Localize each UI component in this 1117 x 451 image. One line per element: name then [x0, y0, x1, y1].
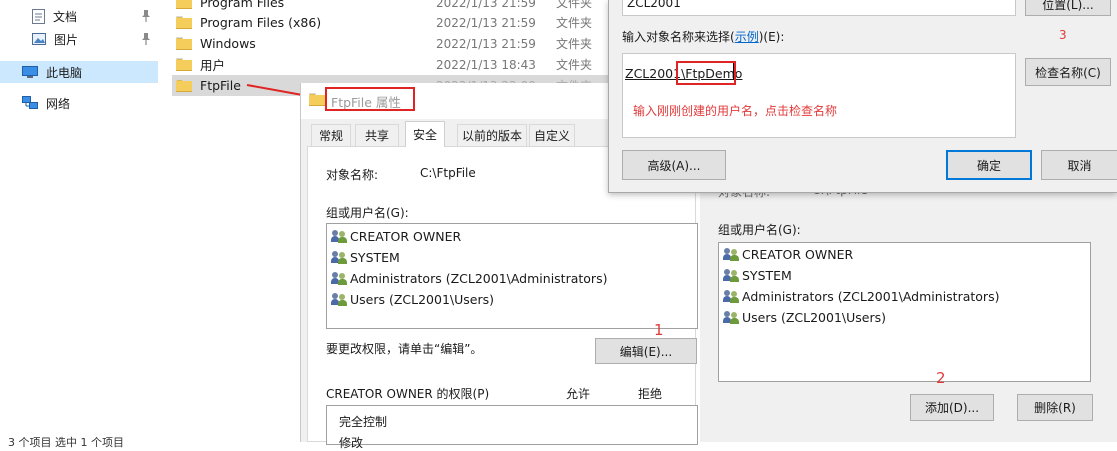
nav-item-documents[interactable]: 文档 [0, 5, 158, 27]
tab-sharing[interactable]: 共享 [355, 124, 399, 146]
folder-icon [176, 16, 192, 29]
status-bar-text: 3 个项目 选中 1 个项目 [8, 436, 124, 449]
network-icon [22, 96, 38, 110]
nav-item-label: 此电脑 [46, 65, 83, 80]
file-date: 2022/1/13 21:59 [436, 0, 536, 10]
add-button[interactable]: 添加(D)... [910, 394, 994, 421]
file-name: Program Files (x86) [200, 15, 322, 30]
tab-customize[interactable]: 自定义 [529, 124, 575, 146]
object-names-input[interactable]: ZCL2001\FtpDemo 输入刚刚创建的用户名，点击检查名称 [622, 53, 1016, 138]
nav-item-pictures[interactable]: 图片 [0, 28, 158, 50]
cancel-button[interactable]: 取消 [1041, 150, 1117, 180]
list-item[interactable]: Administrators (ZCL2001\Administrators) [331, 268, 607, 288]
list-item[interactable]: Administrators (ZCL2001\Administrators) [723, 286, 999, 306]
object-name-label: 对象名称: [326, 168, 379, 182]
nav-item-this-pc[interactable]: 此电脑 [0, 61, 158, 83]
pin-icon [140, 32, 152, 46]
nav-item-label: 文档 [53, 9, 78, 24]
groups-label: 组或用户名(G): [718, 223, 801, 237]
edit-button[interactable]: 编辑(E)... [595, 338, 697, 364]
permissions-list: 完全控制 修改 [326, 405, 698, 450]
deny-column-header: 拒绝 [638, 387, 663, 401]
advanced-button[interactable]: 高级(A)... [622, 150, 726, 180]
folder-icon [176, 58, 192, 71]
groups-label: 组或用户名(G): [326, 206, 409, 220]
location-button[interactable]: 位置(L)... [1025, 0, 1111, 16]
tab-security[interactable]: 安全 [405, 121, 445, 147]
folder-icon [176, 0, 192, 9]
folder-icon [176, 37, 192, 50]
annotation-step-3: 3 [1059, 28, 1067, 42]
file-row[interactable]: Windows 2022/1/13 21:59 文件夹 [172, 33, 612, 54]
list-item[interactable]: Users (ZCL2001\Users) [331, 289, 494, 309]
users-icon [723, 289, 739, 303]
list-item[interactable]: Users (ZCL2001\Users) [723, 307, 886, 327]
tab-general[interactable]: 常规 [311, 124, 351, 146]
users-icon [723, 268, 739, 282]
annotation-box-username [676, 61, 736, 85]
ok-button[interactable]: 确定 [946, 150, 1032, 180]
file-row[interactable]: 用户 2022/1/13 18:43 文件夹 [172, 54, 612, 75]
object-name-value: C:\FtpFile [420, 166, 476, 180]
users-icon [723, 310, 739, 324]
users-icon [331, 292, 347, 306]
file-row[interactable]: Program Files (x86) 2022/1/13 21:59 文件夹 [172, 12, 612, 33]
nav-item-label: 图片 [54, 32, 79, 47]
permissions-dialog: 对象名称: C:\FtpFile 组或用户名(G): CREATOR OWNER… [700, 170, 1117, 442]
permission-item: 修改 [339, 436, 364, 450]
remove-button[interactable]: 删除(R) [1017, 394, 1093, 421]
pin-icon [140, 9, 152, 23]
select-users-dialog: ZCL2001 位置(L)... 输入对象名称来选择(示例)(E): 3 ZCL… [608, 0, 1117, 193]
users-icon [331, 271, 347, 285]
users-icon [723, 247, 739, 261]
annotation-box-title [325, 87, 415, 111]
file-type: 文件夹 [556, 0, 593, 10]
folder-icon [309, 93, 325, 109]
location-field: ZCL2001 [622, 0, 1016, 16]
navigation-pane: 文档 图片 此电脑 网络 3 个项目 选中 1 个项目 [0, 0, 158, 449]
nav-item-network[interactable]: 网络 [0, 92, 158, 114]
users-icon [331, 250, 347, 264]
list-item[interactable]: SYSTEM [723, 265, 792, 285]
file-type: 文件夹 [556, 16, 593, 30]
tab-previous-versions[interactable]: 以前的版本 [457, 124, 527, 146]
file-date: 2022/1/13 21:59 [436, 36, 536, 51]
annotation-instruction: 输入刚刚创建的用户名，点击检查名称 [633, 104, 838, 118]
list-item[interactable]: CREATOR OWNER [723, 244, 853, 264]
file-type: 文件夹 [556, 37, 593, 51]
group-user-list[interactable]: CREATOR OWNER SYSTEM Administrators (ZCL… [326, 223, 698, 329]
users-icon [331, 229, 347, 243]
file-date: 2022/1/13 21:59 [436, 15, 536, 30]
permission-item: 完全控制 [339, 415, 388, 429]
list-item[interactable]: CREATOR OWNER [331, 226, 461, 246]
file-date: 2022/1/13 18:43 [436, 57, 536, 72]
file-type: 文件夹 [556, 58, 593, 72]
examples-link[interactable]: 示例 [735, 30, 759, 44]
allow-column-header: 允许 [566, 387, 591, 401]
enter-object-names-label: 输入对象名称来选择(示例)(E): [622, 30, 785, 44]
nav-item-label: 网络 [46, 96, 71, 111]
permissions-header: CREATOR OWNER 的权限(P) [326, 387, 490, 401]
documents-icon [32, 8, 45, 24]
annotation-step-1: 1 [654, 321, 664, 339]
this-pc-icon [22, 65, 38, 79]
check-names-button[interactable]: 检查名称(C) [1025, 58, 1111, 86]
file-name: Program Files [200, 0, 285, 10]
pictures-icon [32, 33, 46, 45]
change-permissions-hint: 要更改权限，请单击“编辑”。 [326, 342, 483, 356]
group-user-list[interactable]: CREATOR OWNER SYSTEM Administrators (ZCL… [718, 242, 1091, 382]
file-name: Windows [200, 36, 256, 51]
folder-icon [176, 79, 192, 92]
list-item[interactable]: SYSTEM [331, 247, 400, 267]
annotation-step-2: 2 [936, 369, 946, 387]
file-name: 用户 [200, 58, 226, 73]
